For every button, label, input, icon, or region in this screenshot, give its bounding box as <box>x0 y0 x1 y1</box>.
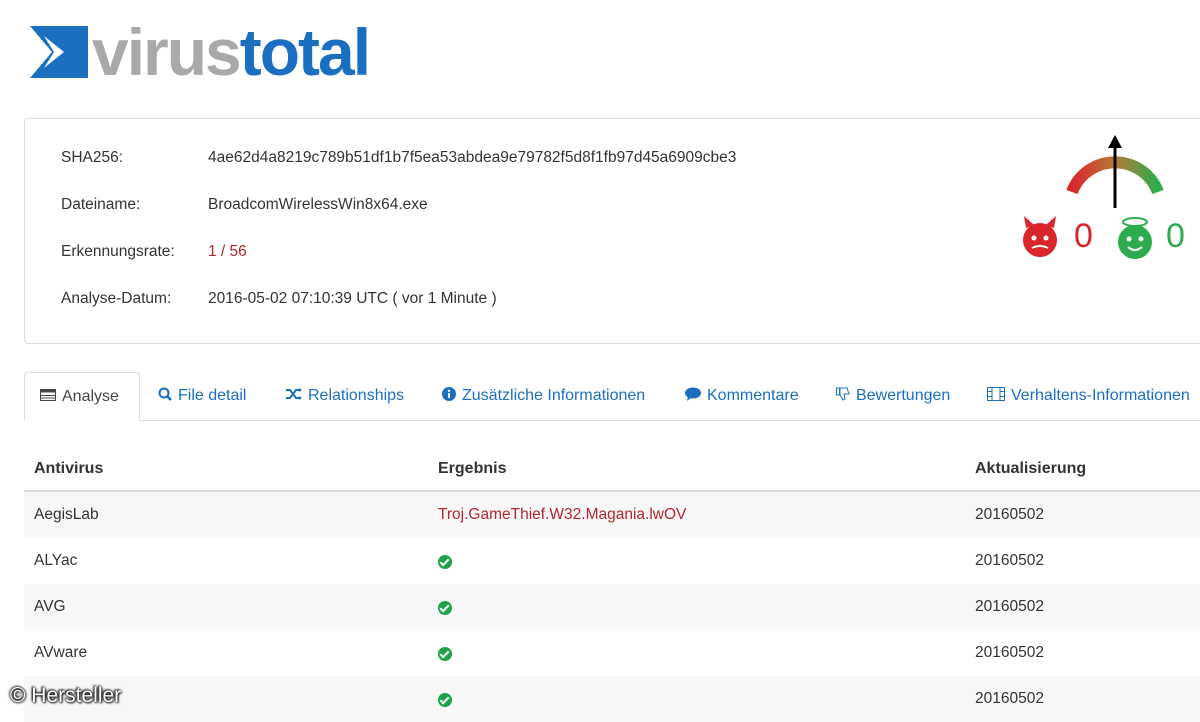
thumbs-down-icon <box>836 387 850 406</box>
virustotal-logo[interactable]: virustotal <box>30 19 371 85</box>
tab-label: Kommentare <box>707 387 799 404</box>
film-icon <box>987 386 1005 406</box>
table-row: AVG 20160502 <box>24 584 1200 630</box>
tab-additional-info[interactable]: Zusätzliche Informationen <box>442 372 645 420</box>
analysis-date-label: Analyse-Datum: <box>61 290 172 307</box>
table-row: AegisLab Troj.GameThief.W32.Magania.lwOV… <box>24 492 1200 538</box>
shuffle-icon <box>286 387 302 405</box>
detection-result: Troj.GameThief.W32.Magania.lwOV <box>438 506 687 523</box>
detection-rate-row: Erkennungsrate: 1 / 56 <box>61 243 247 261</box>
table-header: Antivirus Ergebnis Aktualisierung <box>24 444 1200 492</box>
table-row: ALYac 20160502 <box>24 538 1200 584</box>
info-icon <box>442 386 456 406</box>
check-circle-icon <box>438 601 452 615</box>
gauge-arrow-icon <box>1108 135 1122 208</box>
malicious-vote-count: 0 <box>1074 217 1093 255</box>
logo-text-virus: virus <box>92 15 242 89</box>
tab-label: Zusätzliche Informationen <box>462 387 646 404</box>
comment-icon <box>685 387 701 406</box>
virustotal-logo-icon <box>30 26 88 78</box>
check-circle-icon <box>438 555 452 569</box>
analysis-tabs: Analyse File detail Relationships Zusätz… <box>24 372 1200 421</box>
tab-relationships[interactable]: Relationships <box>286 372 404 420</box>
update-date: 20160502 <box>975 598 1044 615</box>
table-icon <box>40 388 56 406</box>
filename-row: Dateiname: BroadcomWirelessWin8x64.exe <box>61 196 428 214</box>
column-header-updated[interactable]: Aktualisierung <box>975 460 1086 478</box>
copyright-watermark: © Hersteller <box>10 684 122 707</box>
check-circle-icon <box>438 647 452 661</box>
analysis-date-row: Analyse-Datum: 2016-05-02 07:10:39 UTC (… <box>61 290 497 308</box>
devil-face-icon <box>1023 216 1057 257</box>
tab-label: Bewertungen <box>856 387 951 404</box>
antivirus-results-table: Antivirus Ergebnis Aktualisierung AegisL… <box>24 444 1200 722</box>
table-row: AVware 20160502 <box>24 630 1200 676</box>
table-row: 20160502 <box>24 676 1200 722</box>
update-date: 20160502 <box>975 552 1044 569</box>
search-icon <box>158 387 172 406</box>
tab-label: File detail <box>178 387 247 404</box>
tab-label: Verhaltens-Informationen <box>1011 387 1190 404</box>
filename-label: Dateiname: <box>61 196 141 213</box>
tab-analyse[interactable]: Analyse <box>24 372 140 421</box>
tab-file-detail[interactable]: File detail <box>158 372 246 420</box>
filename-value: BroadcomWirelessWin8x64.exe <box>208 196 428 213</box>
update-date: 20160502 <box>975 644 1044 661</box>
analysis-date-value: 2016-05-02 07:10:39 UTC ( vor 1 Minute ) <box>208 290 497 307</box>
column-header-result[interactable]: Ergebnis <box>438 460 506 478</box>
tab-comments[interactable]: Kommentare <box>685 372 799 420</box>
tab-ratings[interactable]: Bewertungen <box>836 372 950 420</box>
sha256-label: SHA256: <box>61 149 124 166</box>
harmless-vote-count: 0 <box>1166 217 1185 255</box>
antivirus-name: AVG <box>34 598 66 615</box>
tab-behaviour-info[interactable]: Verhaltens-Informationen <box>987 372 1190 420</box>
antivirus-name: AegisLab <box>34 506 99 523</box>
update-date: 20160502 <box>975 690 1044 707</box>
tab-label: Analyse <box>62 387 119 405</box>
angel-face-icon <box>1118 217 1152 259</box>
sha256-row: SHA256: 4ae62d4a8219c789b51df1b7f5ea53ab… <box>61 149 736 167</box>
antivirus-name: ALYac <box>34 552 78 569</box>
detection-rate-label: Erkennungsrate: <box>61 243 175 260</box>
detection-rate-value: 1 / 56 <box>208 243 247 260</box>
column-header-antivirus[interactable]: Antivirus <box>34 460 103 478</box>
logo-text-total: total <box>239 15 371 89</box>
antivirus-name: AVware <box>34 644 88 661</box>
sha256-value: 4ae62d4a8219c789b51df1b7f5ea53abdea9e797… <box>208 149 737 166</box>
check-circle-icon <box>438 693 452 707</box>
update-date: 20160502 <box>975 506 1044 523</box>
tab-label: Relationships <box>308 387 405 404</box>
